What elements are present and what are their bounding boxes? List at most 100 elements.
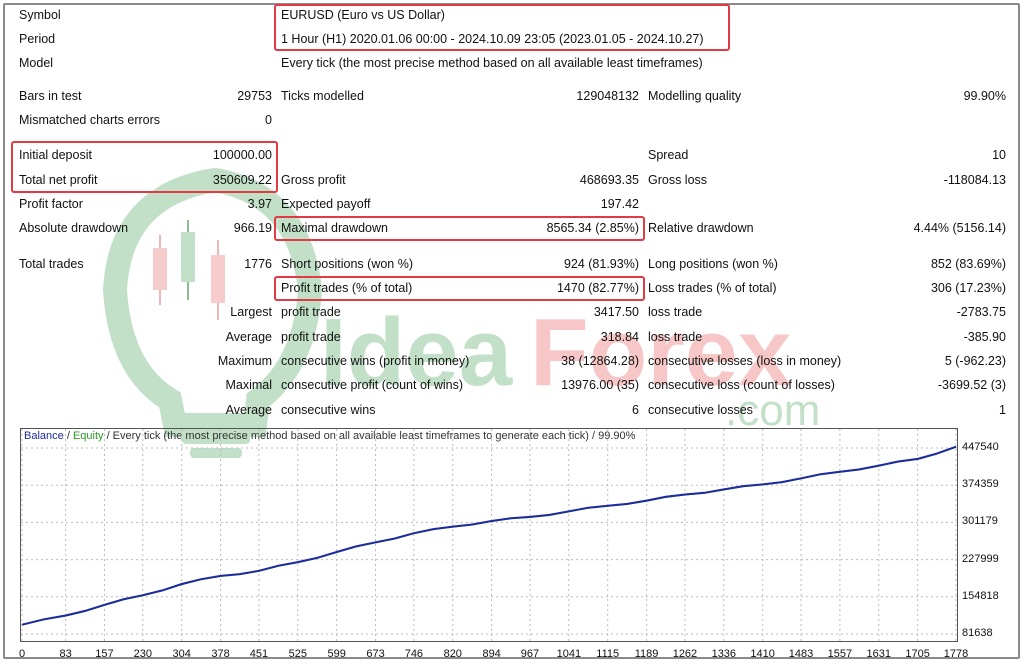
x-tick-label: 1115: [596, 648, 620, 660]
absdd-label: Absolute drawdown: [19, 221, 129, 235]
x-tick-label: 525: [288, 648, 307, 660]
x-tick-label: 451: [249, 648, 269, 660]
max-wins-label: consecutive wins (profit in money): [281, 354, 470, 368]
max-losses-value: 5 (-962.23): [944, 354, 1006, 368]
avgc-wins-label: consecutive wins: [281, 403, 376, 417]
x-tick-label: 894: [482, 648, 501, 660]
x-tick-label: 378: [211, 648, 230, 660]
legend-rest: / Every tick (the most precise method ba…: [103, 430, 636, 442]
largest-profit-label: profit trade: [281, 305, 341, 319]
legend-equity: Equity: [72, 430, 104, 442]
pf-label: Profit factor: [19, 197, 83, 211]
ltrades-label: Loss trades (% of total): [648, 281, 777, 295]
average-loss-value: -385.90: [963, 330, 1006, 344]
average-label: Average: [225, 330, 272, 344]
ltrades-value: 306 (17.23%): [930, 281, 1006, 295]
x-tick-label: 1778: [943, 648, 969, 660]
average-profit-value: 318.84: [600, 330, 639, 344]
model-value: Every tick (the most precise method base…: [281, 56, 703, 70]
long-label: Long positions (won %): [648, 257, 778, 271]
y-tick-label: 154818: [962, 589, 999, 602]
y-tick-label: 227999: [962, 552, 999, 565]
x-tick-label: 0: [18, 648, 26, 660]
largest-label: Largest: [230, 305, 272, 319]
short-label: Short positions (won %): [281, 257, 414, 271]
x-tick-label: 673: [366, 648, 385, 660]
grossloss-label: Gross loss: [648, 173, 708, 187]
x-tick-label: 304: [172, 648, 191, 660]
legend-balance: Balance: [24, 430, 64, 442]
highlight-symbol-period: [274, 4, 730, 51]
x-tick-label: 746: [404, 648, 424, 660]
model-label: Model: [19, 56, 54, 70]
bars-label: Bars in test: [19, 89, 82, 103]
maximal-profit-label: consecutive profit (count of wins): [281, 378, 464, 392]
reldd-label: Relative drawdown: [648, 221, 754, 235]
maximal-loss-label: consecutive loss (count of losses): [648, 378, 835, 392]
average-loss-label: loss trade: [648, 330, 703, 344]
symbol-label: Symbol: [19, 8, 61, 22]
y-tick-label: 447540: [962, 441, 999, 453]
x-tick-label: 599: [327, 648, 346, 660]
y-tick-label: 374359: [962, 478, 999, 491]
avgc-wins-value: 6: [632, 403, 639, 417]
payoff-label: Expected payoff: [281, 197, 371, 211]
mismatch-label: Mismatched charts errors: [19, 113, 161, 127]
largest-loss-value: -2783.75: [956, 305, 1006, 319]
grossprofit-label: Gross profit: [281, 173, 346, 187]
short-value: 924 (81.93%): [563, 257, 639, 271]
max-wins-value: 38 (12864.28): [561, 354, 639, 368]
highlight-maximal-drawdown: [274, 216, 645, 241]
x-tick-label: 1041: [556, 648, 582, 660]
avgc-losses-label: consecutive losses: [648, 403, 753, 417]
largest-profit-value: 3417.50: [593, 305, 639, 319]
period-label: Period: [19, 32, 56, 46]
x-tick-label: 83: [59, 648, 72, 660]
x-tick-label: 1631: [866, 648, 892, 660]
avgc-label: Average: [225, 403, 272, 417]
x-tick-label: 820: [443, 648, 462, 660]
x-tick-label: 1483: [788, 648, 814, 660]
quality-value: 99.90%: [963, 89, 1006, 103]
average-profit-label: profit trade: [281, 330, 341, 344]
ticks-label: Ticks modelled: [281, 89, 364, 103]
spread-value: 10: [992, 148, 1006, 162]
highlight-deposit-profit: [11, 141, 278, 193]
spread-label: Spread: [648, 148, 689, 162]
y-tick-label: 301179: [962, 515, 998, 528]
max-losses-label: consecutive losses (loss in money): [648, 354, 842, 368]
x-tick-label: 1189: [634, 648, 659, 660]
maximal-loss-value: -3699.52 (3): [937, 378, 1006, 392]
chart-legend: Balance / Equity / Every tick (the most …: [24, 430, 635, 442]
maximal-profit-value: 13976.00 (35): [561, 378, 639, 392]
long-value: 852 (83.69%): [930, 257, 1006, 271]
y-tick-label: 81638: [962, 627, 993, 639]
avgc-losses-value: 1: [999, 403, 1006, 417]
reldd-value: 4.44% (5156.14): [913, 221, 1006, 235]
payoff-value: 197.42: [600, 197, 639, 211]
pf-value: 3.97: [247, 197, 272, 211]
ticks-value: 129048132: [576, 89, 639, 103]
x-tick-label: 1410: [750, 648, 775, 660]
legend-sep: /: [63, 430, 73, 442]
absdd-value: 966.19: [233, 221, 272, 235]
trades-label: Total trades: [19, 257, 84, 271]
x-tick-label: 1557: [827, 648, 853, 660]
x-tick-label: 1336: [711, 648, 737, 660]
max-label: Maximum: [217, 354, 272, 368]
x-tick-label: 230: [133, 648, 152, 660]
x-tick-label: 157: [95, 648, 114, 660]
x-tick-label: 967: [520, 648, 540, 660]
mismatch-value: 0: [265, 113, 272, 127]
maximal-label: Maximal: [225, 378, 272, 392]
grossloss-value: -118084.13: [943, 173, 1006, 187]
x-tick-label: 1262: [672, 648, 698, 660]
quality-label: Modelling quality: [648, 89, 742, 103]
grossprofit-value: 468693.35: [579, 173, 639, 187]
x-tick-label: 1705: [905, 648, 930, 660]
trades-value: 1776: [244, 257, 272, 271]
highlight-profit-trades: [274, 276, 645, 301]
chart-frame: [20, 428, 958, 642]
bars-value: 29753: [237, 89, 272, 103]
largest-loss-label: loss trade: [648, 305, 703, 319]
